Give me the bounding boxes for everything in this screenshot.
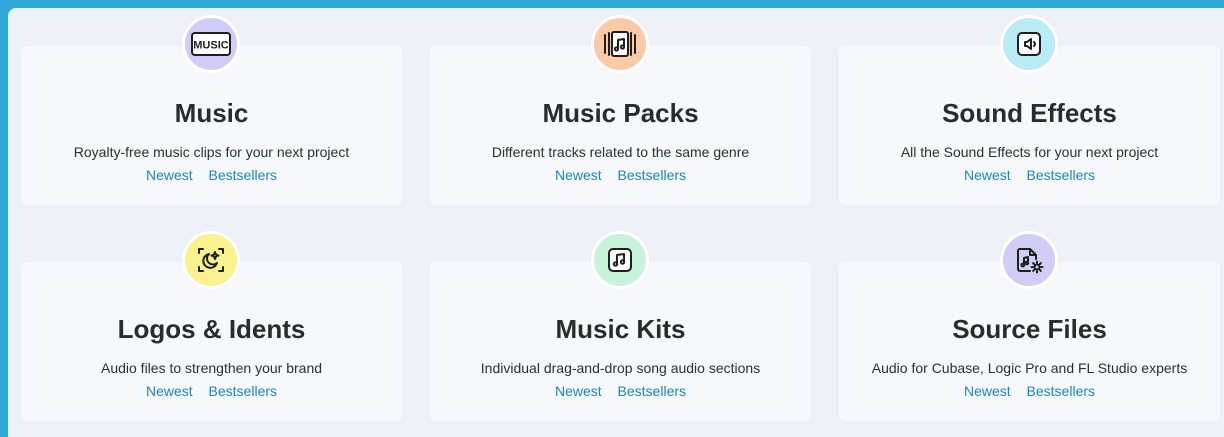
bestsellers-link[interactable]: Bestsellers (1027, 167, 1095, 183)
card-description: Different tracks related to the same gen… (491, 144, 750, 160)
bestsellers-link[interactable]: Bestsellers (209, 383, 277, 399)
newest-link[interactable]: Newest (146, 383, 193, 399)
music-badge: MUSIC (182, 15, 240, 73)
music-pack-icon (604, 31, 636, 57)
newest-link[interactable]: Newest (555, 383, 602, 399)
music-packs-badge (591, 15, 649, 73)
bestsellers-link[interactable]: Bestsellers (1027, 383, 1095, 399)
card-title: Music Kits (555, 314, 686, 344)
card-links: Newest Bestsellers (839, 166, 1220, 184)
category-card-music-kits[interactable]: Music Kits Individual drag-and-drop song… (430, 231, 811, 421)
card-links: Newest Bestsellers (430, 382, 811, 400)
card-title: Logos & Idents (117, 314, 306, 344)
newest-link[interactable]: Newest (146, 167, 193, 183)
category-card-music[interactable]: MUSIC Music Royalty-free music clips for… (21, 15, 402, 205)
card-title: Music Packs (542, 98, 699, 128)
card-links: Newest Bestsellers (430, 166, 811, 184)
card-title: Music (174, 98, 249, 128)
categories-section: MUSIC Music Royalty-free music clips for… (8, 8, 1224, 437)
speaker-icon (1017, 32, 1041, 56)
card-links: Newest Bestsellers (839, 382, 1220, 400)
sparkle-moon-icon (198, 248, 224, 272)
category-card-source-files[interactable]: Source Files Audio for Cubase, Logic Pro… (839, 231, 1220, 421)
card-links: Newest Bestsellers (21, 382, 402, 400)
card-title: Sound Effects (942, 98, 1117, 128)
newest-link[interactable]: Newest (964, 383, 1011, 399)
bestsellers-link[interactable]: Bestsellers (209, 167, 277, 183)
source-files-badge (1000, 231, 1058, 289)
sound-effects-badge (1000, 15, 1058, 73)
card-description: Audio for Cubase, Logic Pro and FL Studi… (871, 360, 1188, 376)
bestsellers-link[interactable]: Bestsellers (618, 383, 686, 399)
newest-link[interactable]: Newest (964, 167, 1011, 183)
logos-idents-badge (182, 231, 240, 289)
music-note-square-icon (608, 248, 632, 272)
music-icon-text: MUSIC (193, 40, 229, 52)
bestsellers-link[interactable]: Bestsellers (618, 167, 686, 183)
category-card-sound-effects[interactable]: Sound Effects All the Sound Effects for … (839, 15, 1220, 205)
card-title: Source Files (952, 314, 1107, 344)
music-file-gear-icon (1017, 248, 1044, 274)
card-description: Individual drag-and-drop song audio sect… (480, 360, 761, 376)
card-description: Royalty-free music clips for your next p… (73, 144, 350, 160)
card-description: All the Sound Effects for your next proj… (900, 144, 1159, 160)
card-description: Audio files to strengthen your brand (100, 360, 323, 376)
category-card-logos-idents[interactable]: Logos & Idents Audio files to strengthen… (21, 231, 402, 421)
music-kits-badge (591, 231, 649, 289)
card-links: Newest Bestsellers (21, 166, 402, 184)
category-card-music-packs[interactable]: Music Packs Different tracks related to … (430, 15, 811, 205)
music-text-icon: MUSIC (191, 32, 231, 56)
newest-link[interactable]: Newest (555, 167, 602, 183)
